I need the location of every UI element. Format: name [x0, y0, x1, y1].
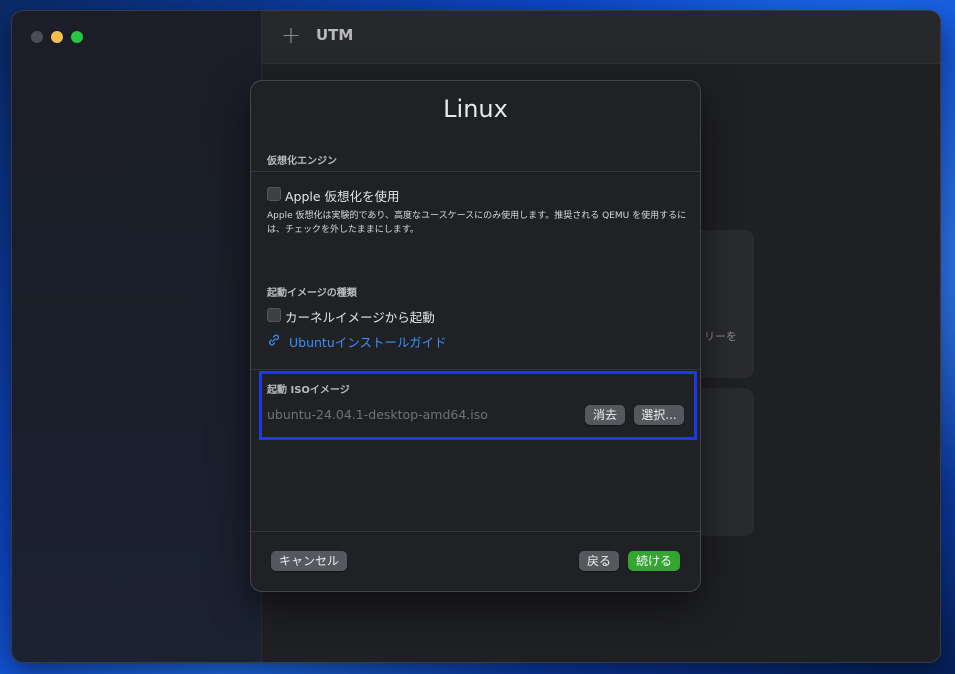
apple-virtualization-checkbox[interactable] — [267, 187, 281, 201]
continue-button[interactable]: 続ける — [628, 551, 680, 571]
background-card — [692, 388, 754, 536]
sidebar — [12, 11, 262, 662]
virtualization-engine-label: 仮想化エンジン — [267, 156, 337, 167]
divider — [251, 369, 700, 370]
background-card-text: リーを — [704, 330, 737, 343]
back-button[interactable]: 戻る — [579, 551, 619, 571]
boot-from-kernel-label[interactable]: カーネルイメージから起動 — [285, 307, 435, 326]
link-icon — [269, 334, 279, 346]
app-title: UTM — [316, 26, 354, 44]
toolbar: + UTM — [262, 11, 940, 64]
apple-virtualization-label[interactable]: Apple 仮想化を使用 — [285, 186, 400, 205]
divider — [251, 171, 700, 172]
window-close-button[interactable] — [31, 31, 43, 43]
boot-image-type-label: 起動イメージの種類 — [267, 288, 357, 299]
highlight-box — [259, 371, 697, 440]
ubuntu-install-guide-link[interactable]: Ubuntuインストールガイド — [289, 332, 447, 351]
add-vm-icon[interactable]: + — [281, 23, 301, 47]
footer-divider — [251, 531, 700, 532]
virtualization-description: Apple 仮想化は実験的であり、高度なユースケースにのみ使用します。推奨される… — [267, 211, 687, 235]
window-minimize-button[interactable] — [51, 31, 63, 43]
background-card: リーを — [692, 230, 754, 378]
window-zoom-button[interactable] — [71, 31, 83, 43]
cancel-button[interactable]: キャンセル — [271, 551, 347, 571]
new-vm-dialog: Linux 仮想化エンジン Apple 仮想化を使用 Apple 仮想化は実験的… — [251, 81, 700, 591]
dialog-title: Linux — [443, 95, 508, 123]
boot-from-kernel-checkbox[interactable] — [267, 308, 281, 322]
